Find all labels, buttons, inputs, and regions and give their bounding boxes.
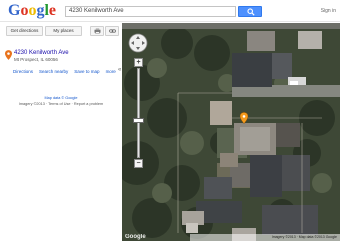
legal-links[interactable]: Imagery ©2013 · Terms of Use · Report a … [0, 102, 122, 106]
toolbar: Get directions My places [0, 23, 122, 39]
logo-letter: G [8, 2, 21, 19]
left-panel: 4230 Kenilworth Ave Mt Prospect, IL 6005… [0, 40, 122, 241]
logo-letter: e [48, 2, 57, 19]
my-places-button[interactable]: My places [45, 26, 82, 36]
logo-letter: o [28, 2, 37, 19]
collapse-panel-button[interactable]: « [118, 67, 121, 73]
place-actions: Directions Search nearby Save to map more [13, 69, 122, 74]
sign-in-link[interactable]: Sign in [321, 8, 336, 14]
link-button[interactable] [105, 26, 119, 36]
zoom-slider-thumb[interactable] [133, 118, 144, 123]
logo-letter: o [20, 2, 29, 19]
satellite-map[interactable]: + − Google Imagery ©2013 · Map data ©201… [122, 23, 340, 241]
save-to-map-link[interactable]: Save to map [74, 69, 99, 74]
zoom-slider-track[interactable] [137, 68, 140, 158]
search-input[interactable]: 4230 Kenilworth Ave [65, 6, 236, 17]
pan-control[interactable] [128, 33, 148, 53]
zoom-out-button[interactable]: − [134, 159, 143, 168]
map-data-notice[interactable]: Map data © Google [0, 96, 122, 100]
zoom-control: + − [133, 58, 144, 168]
place-address[interactable]: 4230 Kenilworth Ave [14, 50, 69, 57]
search-icon [247, 8, 255, 16]
google-logo[interactable]: Google [8, 2, 56, 20]
top-bar: Google 4230 Kenilworth Ave Sign in [0, 0, 340, 22]
search-nearby-link[interactable]: Search nearby [39, 69, 68, 74]
map-pin-icon [5, 50, 12, 60]
get-directions-button[interactable]: Get directions [6, 26, 43, 36]
map-pin-icon[interactable] [240, 112, 248, 124]
place-city: Mt Prospect, IL 60056 [14, 57, 58, 62]
print-button[interactable] [90, 26, 104, 36]
map-footer[interactable]: Imagery ©2013 · Map data ©2013 Google [190, 234, 340, 241]
aerial-imagery [122, 23, 340, 241]
directions-link[interactable]: Directions [13, 69, 33, 74]
google-watermark: Google [125, 234, 146, 240]
zoom-in-button[interactable]: + [134, 58, 143, 67]
logo-letter: g [36, 2, 45, 19]
link-icon [108, 29, 116, 33]
more-link[interactable]: more [106, 69, 116, 74]
search-button[interactable] [238, 6, 262, 17]
print-icon [94, 28, 100, 34]
